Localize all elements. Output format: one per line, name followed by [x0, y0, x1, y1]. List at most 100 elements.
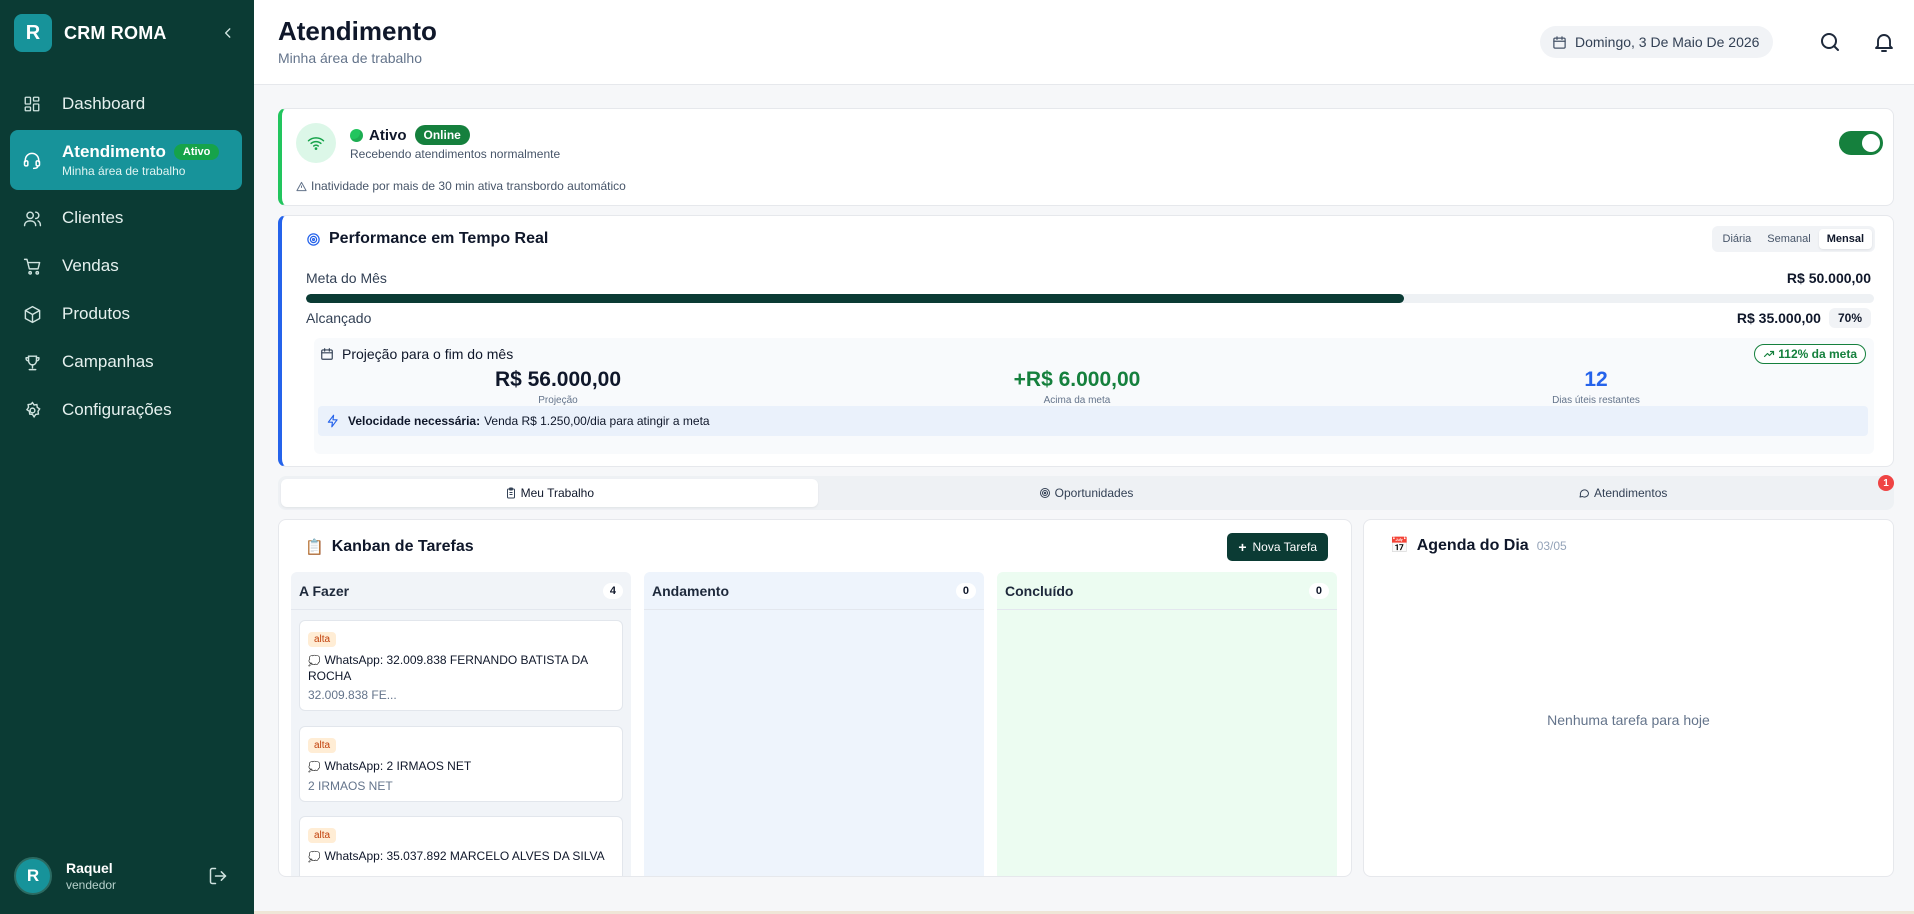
bell-icon[interactable]	[1872, 30, 1896, 54]
period-selector: Diária Semanal Mensal	[1711, 226, 1875, 252]
notification-badge: 1	[1878, 475, 1894, 491]
speech-bubble-icon: 💭	[308, 656, 321, 667]
days-left-stat: 12 Dias úteis restantes	[1446, 368, 1746, 406]
period-weekly[interactable]: Semanal	[1759, 229, 1818, 249]
priority-badge: alta	[308, 632, 337, 647]
status-card: Ativo Online Recebendo atendimentos norm…	[278, 108, 1894, 206]
sidebar-nav: Dashboard Atendimento Ativo Minha área d…	[10, 82, 242, 436]
column-name: Andamento	[652, 582, 729, 599]
gear-icon	[22, 400, 42, 420]
target-icon	[307, 232, 320, 246]
search-icon[interactable]	[1818, 30, 1842, 54]
new-task-button[interactable]: + Nova Tarefa	[1227, 533, 1328, 561]
sidebar-item-label: Atendimento	[62, 142, 166, 161]
goal-label: Meta do Mês	[306, 270, 387, 286]
sidebar-item-subtitle: Minha área de trabalho	[62, 164, 186, 178]
above-goal-value: +R$ 6.000,00	[1013, 368, 1141, 391]
task-description: 32.009.838 FE...	[308, 688, 397, 702]
page-title: Atendimento	[278, 16, 437, 46]
clipboard-icon	[506, 487, 515, 499]
achieved-label: Alcançado	[306, 310, 372, 326]
agenda-date: 03/05	[1536, 539, 1567, 553]
sidebar-item-atendimento[interactable]: Atendimento Ativo Minha área de trabalho	[10, 130, 242, 190]
priority-badge: alta	[308, 828, 337, 843]
cart-icon	[22, 256, 42, 276]
kanban-title: 📋 Kanban de Tarefas	[305, 538, 474, 556]
days-left-value: 12	[1584, 368, 1608, 391]
grid-icon	[22, 94, 42, 114]
chat-icon	[1579, 489, 1589, 498]
active-badge: Ativo	[173, 144, 220, 160]
status-description: Recebendo atendimentos normalmente	[350, 147, 561, 161]
sidebar-item-produtos[interactable]: Produtos	[10, 292, 242, 336]
task-card[interactable]: alta 💭 WhatsApp: 2 IRMAOS NET 2 IRMAOS NE…	[299, 726, 623, 802]
brand: R CRM ROMA	[14, 14, 240, 52]
column-count: 0	[955, 582, 976, 599]
date-pill: Domingo, 3 De Maio De 2026	[1540, 26, 1774, 58]
inactivity-warning: Inatividade por mais de 30 min ativa tra…	[296, 179, 626, 193]
sidebar-item-configuracoes[interactable]: Configurações	[10, 388, 242, 432]
calendar-icon: 📅	[1390, 537, 1409, 554]
kanban-card: 📋 Kanban de Tarefas + Nova Tarefa A Faze…	[278, 519, 1352, 877]
velocity-label: Velocidade necessária:	[348, 414, 481, 428]
goal-progress-fill	[306, 294, 1404, 303]
lightning-icon	[327, 414, 338, 428]
projection-label: Projeção	[538, 395, 578, 406]
sidebar-item-clientes[interactable]: Clientes	[10, 196, 242, 240]
performance-card: Performance em Tempo Real Diária Semanal…	[278, 215, 1894, 467]
task-card[interactable]: alta 💭 WhatsApp: 35.037.892 MARCELO ALVES…	[299, 816, 623, 876]
trending-up-icon	[1764, 350, 1775, 358]
tab-oportunidades[interactable]: Oportunidades	[818, 479, 1355, 507]
collapse-sidebar-button[interactable]	[216, 21, 240, 45]
projection-title: Projeção para o fim do mês	[320, 346, 513, 362]
user-name: Raquel	[66, 860, 113, 876]
period-monthly[interactable]: Mensal	[1818, 229, 1872, 249]
current-date: Domingo, 3 De Maio De 2026	[1575, 34, 1760, 50]
calendar-icon	[1553, 35, 1566, 49]
tab-meu-trabalho[interactable]: Meu Trabalho	[281, 479, 818, 507]
velocity-box: Velocidade necessária: Venda R$ 1.250,00…	[318, 406, 1868, 436]
sidebar-item-label: Campanhas	[62, 352, 154, 371]
sidebar-item-label: Configurações	[62, 400, 172, 419]
goal-value: R$ 50.000,00	[1786, 270, 1871, 286]
days-left-label: Dias úteis restantes	[1552, 395, 1640, 406]
projection-stat: R$ 56.000,00 Projeção	[408, 368, 708, 406]
above-goal-label: Acima da meta	[1043, 395, 1111, 406]
task-card[interactable]: alta 💭 WhatsApp: 32.009.838 FERNANDO BATI…	[299, 620, 623, 711]
achieved-value: R$ 35.000,00	[1736, 310, 1821, 326]
kanban-column-todo: A Fazer 4 alta 💭 WhatsApp: 32.009.838 FER…	[291, 572, 631, 876]
sidebar-item-label: Clientes	[62, 208, 124, 227]
online-badge: Online	[414, 125, 470, 145]
projection-value: R$ 56.000,00	[494, 368, 622, 391]
page-header: Atendimento Minha área de trabalho Domin…	[254, 0, 1914, 85]
availability-toggle[interactable]	[1839, 131, 1883, 155]
status-dot	[350, 128, 363, 142]
sidebar-item-campanhas[interactable]: Campanhas	[10, 340, 242, 384]
chevron-left-icon	[224, 28, 231, 38]
avatar[interactable]: R	[14, 857, 52, 895]
goal-progress-bar	[306, 294, 1874, 303]
brand-name: CRM ROMA	[64, 22, 167, 43]
task-title: WhatsApp: 35.037.892 MARCELO ALVES DA SI…	[324, 849, 605, 863]
trophy-icon	[22, 352, 42, 372]
agenda-card: 📅 Agenda do Dia 03/05 Nenhuma tarefa par…	[1363, 519, 1894, 877]
headset-icon	[22, 150, 42, 170]
plus-icon: +	[1238, 539, 1247, 555]
column-name: Concluído	[1005, 582, 1074, 599]
tab-atendimentos[interactable]: Atendimentos	[1354, 479, 1891, 507]
logout-icon[interactable]	[208, 866, 228, 886]
wifi-icon	[296, 123, 336, 163]
target-icon	[1039, 488, 1050, 498]
user-profile: R Raquel vendedor	[14, 856, 240, 896]
column-name: A Fazer	[299, 582, 350, 599]
task-description: 2 IRMAOS NET	[308, 779, 393, 793]
period-daily[interactable]: Diária	[1715, 229, 1760, 249]
sidebar-item-dashboard[interactable]: Dashboard	[10, 82, 242, 126]
performance-title: Performance em Tempo Real	[306, 230, 548, 248]
clipboard-icon: 📋	[305, 539, 324, 556]
projection-box: Projeção para o fim do mês 112% da meta …	[314, 338, 1874, 454]
agenda-title: 📅 Agenda do Dia 03/05	[1390, 537, 1567, 554]
calendar-icon	[321, 348, 333, 360]
brand-logo: R	[14, 14, 52, 52]
sidebar-item-vendas[interactable]: Vendas	[10, 244, 242, 288]
